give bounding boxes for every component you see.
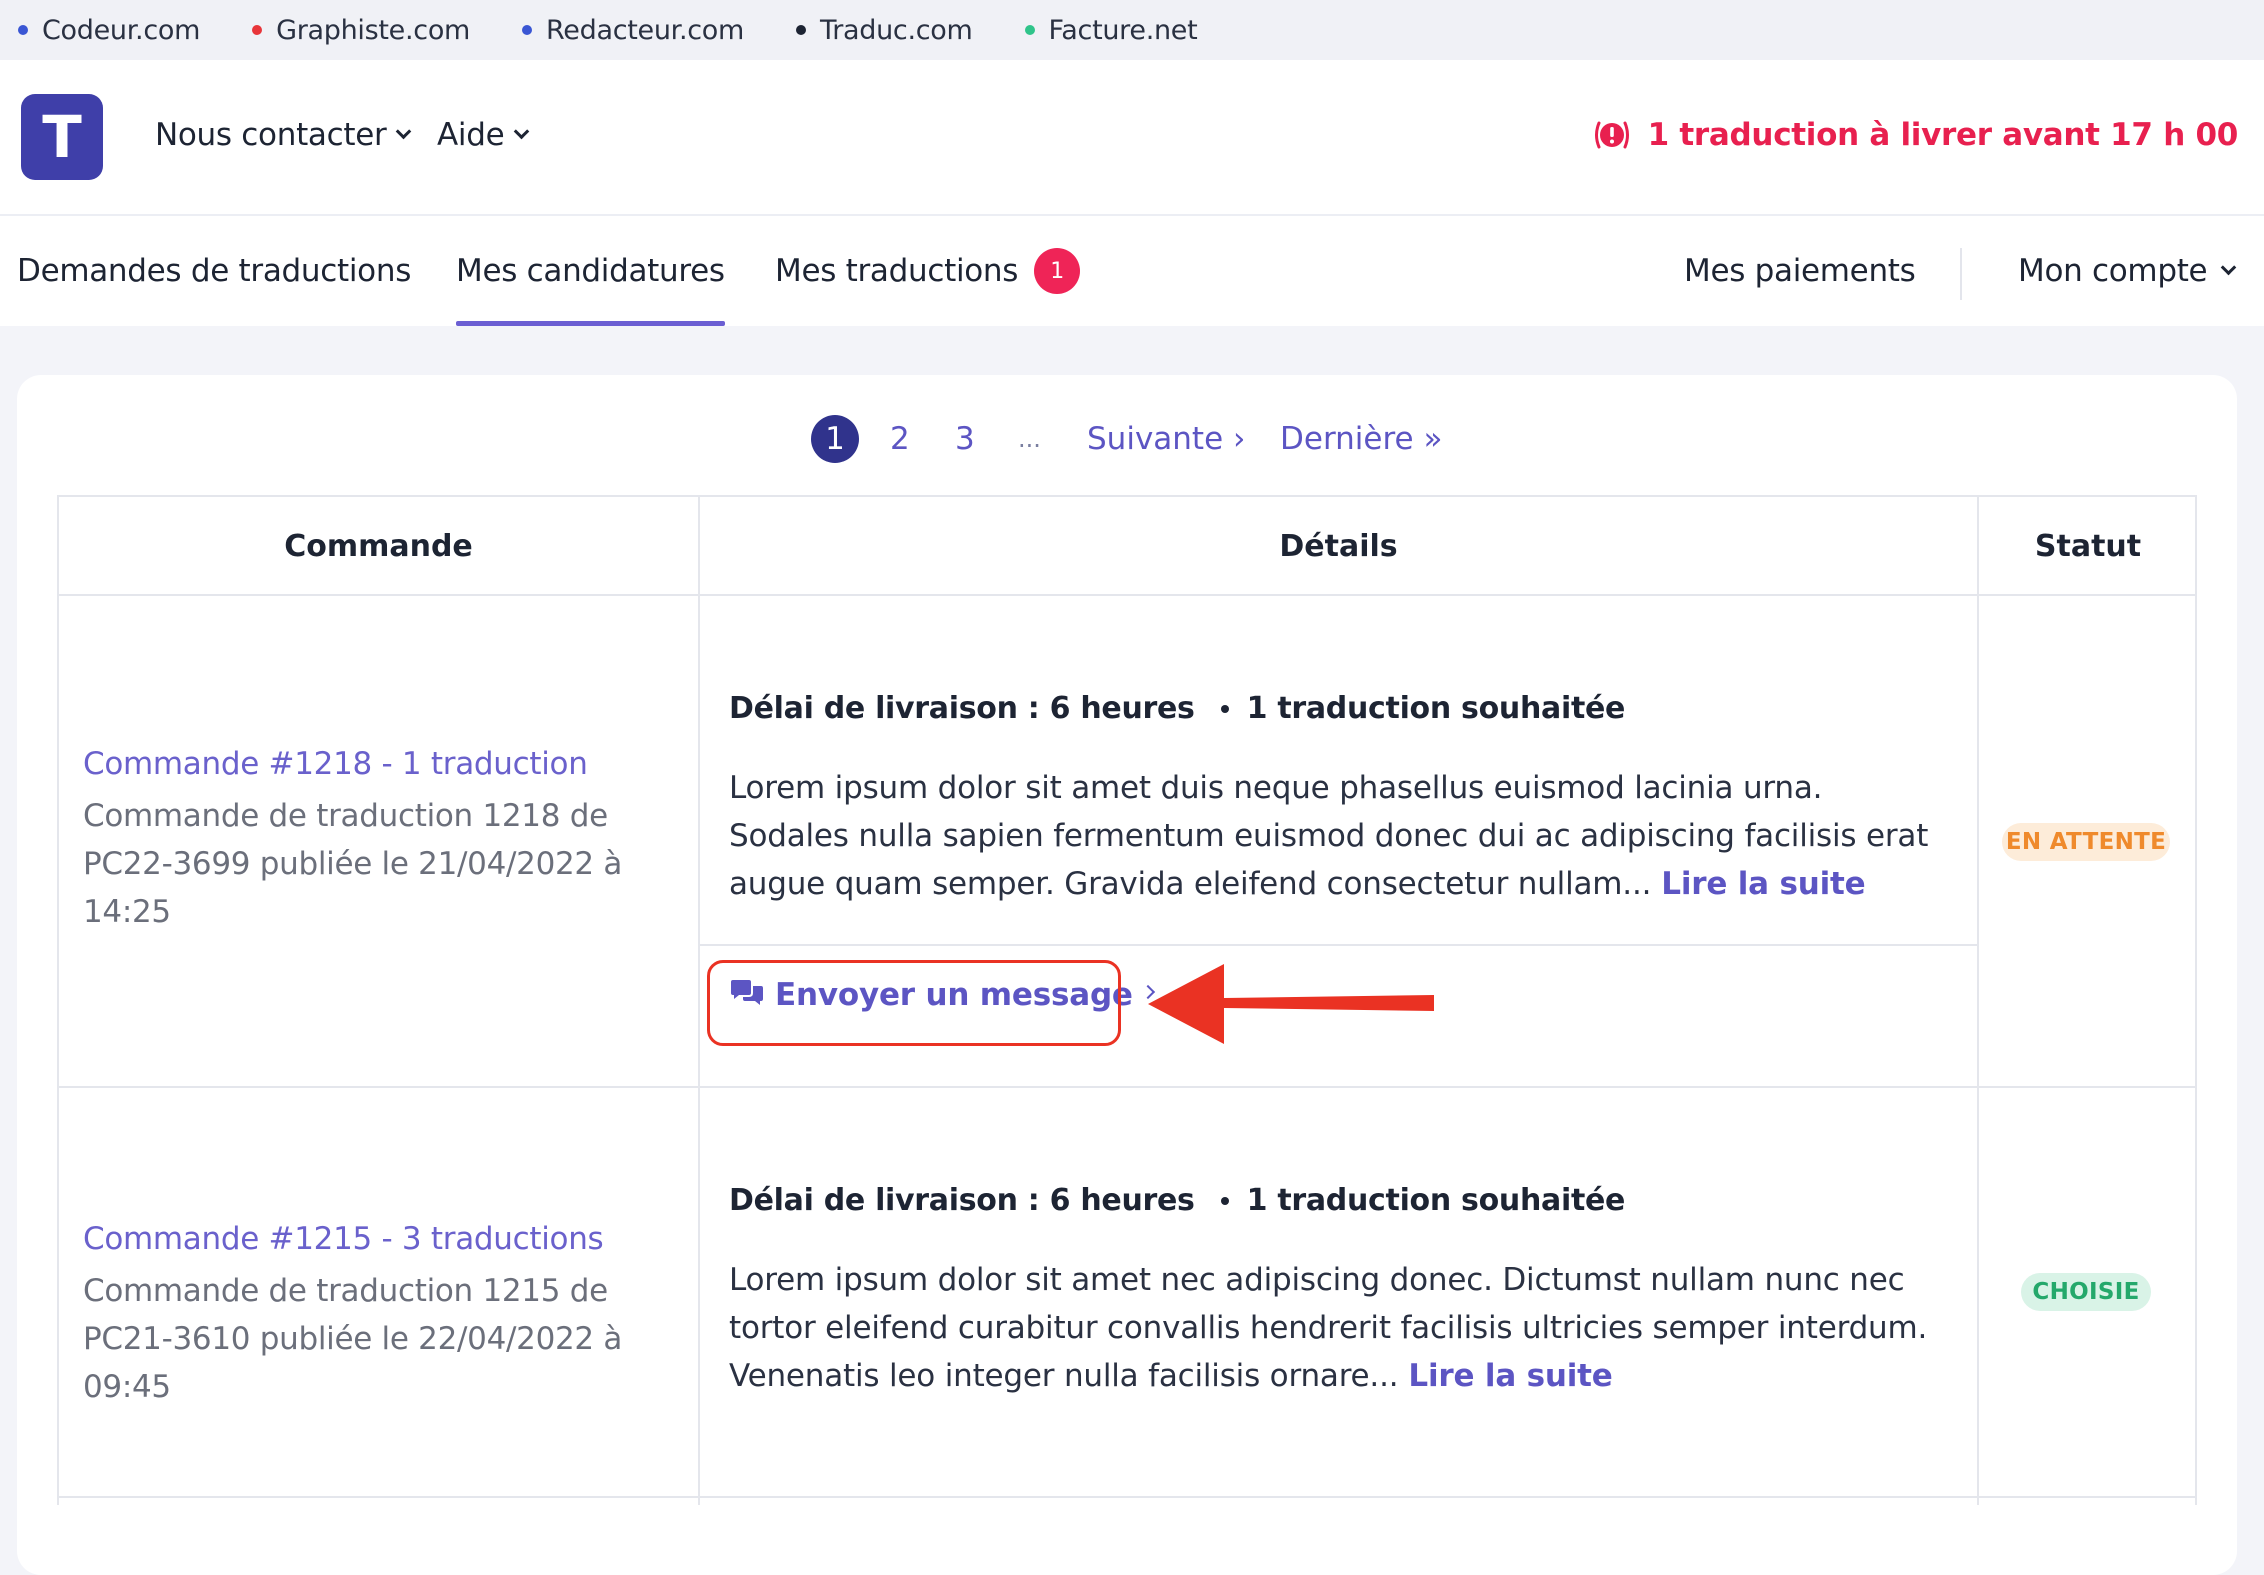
main-tabs: Demandes de traductions Mes candidatures… [0,216,2264,326]
read-more-link[interactable]: Lire la suite [1661,866,1865,902]
page-1-current[interactable]: 1 [811,415,859,463]
column-divider [698,497,700,1505]
cell-divider [700,944,1977,946]
order-link[interactable]: Commande #1215 - 3 traductions [83,1221,604,1257]
dot-icon [252,25,263,35]
tab-payments[interactable]: Mes paiements [1684,216,1916,326]
annotation-highlight-box [707,960,1121,1046]
last-page-link[interactable]: Dernière » [1280,411,1442,467]
network-link-codeur[interactable]: Codeur.com [18,15,200,46]
read-more-link[interactable]: Lire la suite [1408,1358,1612,1394]
tab-requests[interactable]: Demandes de traductions [17,216,411,326]
network-bar: Codeur.com Graphiste.com Redacteur.com T… [0,0,2264,60]
nav-help-dropdown[interactable]: Aide [437,117,530,153]
network-link-graphiste[interactable]: Graphiste.com [252,15,470,46]
order-summary: Lorem ipsum dolor sit amet duis neque ph… [729,770,1929,902]
order-details-header: Délai de livraison : 6 heures 1 traductio… [729,691,1626,726]
chevron-down-icon [514,123,530,139]
dot-icon [522,25,533,35]
dot-icon [1024,25,1035,35]
annotation-arrow-icon [1148,964,1434,1044]
header-details: Détails [1279,528,1398,564]
page-ellipsis: ... [1018,425,1041,453]
account-dropdown[interactable]: Mon compte [2018,216,2237,326]
bullet-separator [1220,704,1229,713]
notification-badge: 1 [1034,248,1081,294]
logo[interactable]: T [21,94,103,180]
alert-icon [1594,121,1629,149]
deadline-alert[interactable]: 1 traduction à livrer avant 17 h 00 [1592,117,2238,153]
dot-icon [796,25,807,35]
page-3-link[interactable]: 3 [955,411,975,467]
network-link-redacteur[interactable]: Redacteur.com [522,15,744,46]
header-order: Commande [284,528,473,564]
tab-translations[interactable]: Mes traductions 1 [775,216,1081,326]
nav-contact-dropdown[interactable]: Nous contacter [155,117,412,153]
network-link-facture[interactable]: Facture.net [1024,15,1198,46]
row-divider [59,1496,2195,1498]
order-details-header: Délai de livraison : 6 heures 1 traductio… [729,1183,1626,1218]
row-divider [59,1086,2195,1088]
header-status: Statut [2034,528,2142,564]
tab-applications[interactable]: Mes candidatures [456,216,725,326]
tab-divider [1960,248,1962,300]
chevron-down-icon [2221,259,2237,275]
chevron-down-icon [396,123,412,139]
column-divider [1977,497,1979,1505]
dot-icon [18,25,28,35]
order-description: Commande de traduction 1215 de PC21-3610… [83,1273,623,1405]
order-description: Commande de traduction 1218 de PC22-3699… [83,798,623,930]
pagination: 1 2 3 ... Suivante › Dernière » [0,411,2264,467]
order-summary: Lorem ipsum dolor sit amet nec adipiscin… [729,1262,1928,1394]
status-badge: EN ATTENTE [2002,823,2170,861]
order-link[interactable]: Commande #1218 - 1 traduction [83,746,588,782]
page-2-link[interactable]: 2 [890,411,910,467]
next-page-link[interactable]: Suivante › [1087,411,1245,467]
network-link-traduc[interactable]: Traduc.com [796,15,973,46]
bullet-separator [1220,1196,1229,1205]
status-badge: CHOISIE [2021,1273,2151,1311]
site-header: T Nous contacter Aide 1 traduction à liv… [0,60,2264,216]
